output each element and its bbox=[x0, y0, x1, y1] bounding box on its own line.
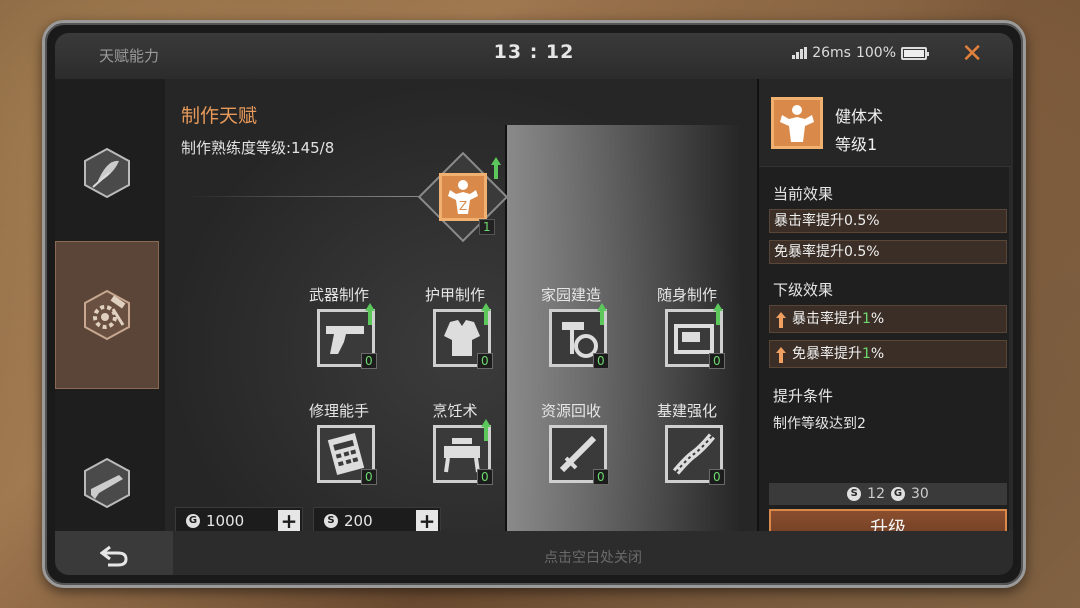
tab-crafting[interactable] bbox=[55, 241, 159, 389]
gold-amount: 1000 bbox=[206, 512, 245, 530]
add-gold-button[interactable]: + bbox=[278, 510, 300, 532]
silver-amount: 200 bbox=[344, 512, 373, 530]
silver-coin-icon: S bbox=[847, 487, 862, 501]
effect-unit: % bbox=[870, 311, 885, 327]
skill-count: 0 bbox=[361, 469, 377, 485]
skill-repair-expert[interactable]: 修理能手 0 bbox=[289, 401, 389, 501]
muscle-man-icon bbox=[771, 97, 823, 149]
signal-icon bbox=[792, 47, 808, 59]
bottom-bar: 点击空白处关闭 bbox=[55, 531, 1013, 575]
skill-portable-crafting[interactable]: 随身制作 0 bbox=[637, 285, 737, 385]
skill-label: 护甲制作 bbox=[424, 286, 485, 304]
skill-count: 0 bbox=[709, 353, 725, 369]
silver-coin-icon: S bbox=[324, 514, 338, 528]
detail-panel: 健体术 等级1 当前效果 暴击率提升0.5% 免暴率提升0.5% 下级效果 暴击… bbox=[757, 79, 1011, 549]
back-button[interactable] bbox=[55, 531, 173, 575]
effect-unit: % bbox=[870, 346, 885, 362]
effect-value: 1 bbox=[862, 346, 871, 362]
main-skill-icon[interactable]: Z 1 bbox=[417, 151, 509, 243]
svg-text:Z: Z bbox=[459, 199, 467, 213]
skill-label: 基建强化 bbox=[656, 402, 717, 420]
detail-header: 健体术 等级1 bbox=[759, 79, 1011, 167]
main-panel: 制作天赋 制作熟练度等级:145/8 Z 1 武器制作 0 护甲制作 0 家园建… bbox=[165, 79, 757, 575]
status-area: 26ms 100% bbox=[792, 45, 929, 61]
skill-name: 健体术 bbox=[835, 107, 884, 126]
skill-resource-recycling[interactable]: 资源回收 0 bbox=[521, 401, 621, 501]
skill-infrastructure[interactable]: 基建强化 0 bbox=[637, 401, 737, 501]
skill-count: 0 bbox=[593, 353, 609, 369]
top-bar: 天赋能力 13 : 12 26ms 100% ✕ bbox=[55, 33, 1013, 79]
close-hint[interactable]: 点击空白处关闭 bbox=[173, 547, 1013, 567]
rifle-badge-icon bbox=[84, 457, 130, 509]
upgrade-arrow-icon bbox=[365, 303, 375, 325]
upgrade-arrow-icon bbox=[597, 303, 607, 325]
divider-left bbox=[185, 196, 421, 197]
skill-label: 资源回收 bbox=[540, 402, 601, 420]
skill-label: 武器制作 bbox=[308, 286, 369, 304]
skill-count: 0 bbox=[593, 469, 609, 485]
skill-home-building[interactable]: 家园建造 0 bbox=[521, 285, 621, 385]
leaf-badge-icon bbox=[84, 147, 130, 199]
sidebar bbox=[55, 79, 165, 549]
effect-text: 暴击率提升 bbox=[792, 311, 862, 327]
skill-label: 烹饪术 bbox=[432, 402, 478, 420]
upgrade-arrow-icon bbox=[713, 303, 723, 325]
skill-cooking[interactable]: 烹饪术 0 bbox=[405, 401, 505, 501]
next-effect: 免暴率提升1% bbox=[769, 340, 1007, 368]
muscle-man-icon: Z bbox=[439, 173, 487, 221]
add-silver-button[interactable]: + bbox=[416, 510, 438, 532]
tab-leaf[interactable] bbox=[55, 99, 159, 247]
effect-value: 1 bbox=[862, 311, 871, 327]
next-effect-title: 下级效果 bbox=[773, 281, 834, 299]
skill-label: 随身制作 bbox=[656, 286, 717, 304]
skill-count: 0 bbox=[477, 353, 493, 369]
upgrade-cost: S 12 G 30 bbox=[769, 483, 1007, 505]
battery-icon bbox=[901, 46, 929, 60]
device-frame: 天赋能力 13 : 12 26ms 100% ✕ 制作天赋 制作熟练度等级:14… bbox=[42, 20, 1026, 588]
condition-title: 提升条件 bbox=[773, 387, 834, 405]
skill-label: 家园建造 bbox=[540, 286, 601, 304]
skill-count: 0 bbox=[477, 469, 493, 485]
close-icon[interactable]: ✕ bbox=[961, 41, 983, 67]
next-effect: 暴击率提升1% bbox=[769, 305, 1007, 333]
skill-label: 修理能手 bbox=[308, 402, 369, 420]
condition-text: 制作等级达到2 bbox=[773, 416, 866, 432]
back-arrow-icon bbox=[100, 545, 128, 567]
current-effect: 免暴率提升0.5% bbox=[769, 240, 1007, 264]
effect-text: 免暴率提升 bbox=[792, 346, 862, 362]
skill-armor-crafting[interactable]: 护甲制作 0 bbox=[405, 285, 505, 385]
skill-count: 0 bbox=[361, 353, 377, 369]
cost-gold: 30 bbox=[911, 486, 929, 502]
gear-hammer-icon bbox=[84, 289, 130, 341]
cost-silver: 12 bbox=[867, 486, 885, 502]
gold-coin-icon: G bbox=[186, 514, 200, 528]
ping-text: 26ms bbox=[812, 45, 851, 61]
upgrade-arrow-icon bbox=[491, 157, 501, 179]
proficiency-text: 制作熟练度等级:145/8 bbox=[181, 139, 335, 157]
up-arrow-icon bbox=[776, 347, 786, 363]
upgrade-arrow-icon bbox=[481, 419, 491, 441]
gold-coin-icon: G bbox=[891, 487, 905, 501]
upgrade-arrow-icon bbox=[481, 303, 491, 325]
main-skill-level: 1 bbox=[479, 219, 495, 235]
battery-text: 100% bbox=[855, 45, 896, 61]
current-effect: 暴击率提升0.5% bbox=[769, 209, 1007, 233]
skill-weapon-crafting[interactable]: 武器制作 0 bbox=[289, 285, 389, 385]
skill-level: 等级1 bbox=[835, 135, 878, 154]
skill-count: 0 bbox=[709, 469, 725, 485]
up-arrow-icon bbox=[776, 312, 786, 328]
current-effect-title: 当前效果 bbox=[773, 185, 834, 203]
screen: 天赋能力 13 : 12 26ms 100% ✕ 制作天赋 制作熟练度等级:14… bbox=[55, 33, 1013, 575]
page-title: 制作天赋 bbox=[181, 105, 258, 127]
